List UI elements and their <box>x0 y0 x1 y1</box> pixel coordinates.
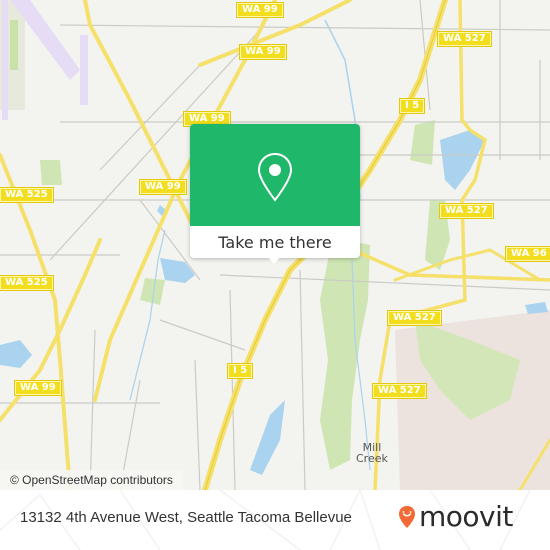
route-shield-wa525: WA 525 <box>0 275 54 291</box>
map-view[interactable]: WA 99 WA 99 WA 99 WA 99 WA 99 WA 525 WA … <box>0 0 550 490</box>
route-shield-i5: I 5 <box>226 363 254 379</box>
map-pin-icon <box>257 152 293 202</box>
moovit-logo[interactable]: moovit <box>398 502 513 532</box>
lake-south <box>250 400 285 475</box>
lake-east <box>525 302 548 314</box>
address-text: 13132 4th Avenue West, Seattle Tacoma Be… <box>20 509 352 526</box>
airport <box>0 0 88 120</box>
route-shield-wa99: WA 99 <box>236 2 284 18</box>
route-shield-wa99: WA 99 <box>14 380 62 396</box>
moovit-wordmark: moovit <box>419 500 513 533</box>
park-west <box>40 160 62 185</box>
take-me-there-button[interactable]: Take me there <box>190 226 360 258</box>
lake-central <box>160 258 195 283</box>
route-shield-wa99: WA 99 <box>239 44 287 60</box>
place-label-mill-creek: Mill Creek <box>356 442 388 464</box>
route-shield-wa527: WA 527 <box>437 31 492 47</box>
route-shield-wa96: WA 96 <box>505 246 550 262</box>
route-shield-wa527: WA 527 <box>387 310 442 326</box>
park-mill-creek <box>320 240 370 470</box>
moovit-smiley-pin-icon <box>399 506 415 528</box>
popup-header <box>190 124 360 226</box>
map-attribution[interactable]: © OpenStreetMap contributors <box>0 470 183 490</box>
park-lake-side <box>410 120 435 165</box>
footer-bar: 13132 4th Avenue West, Seattle Tacoma Be… <box>0 490 550 550</box>
popup-pointer <box>266 255 282 264</box>
lake-west <box>0 340 32 368</box>
route-shield-wa527: WA 527 <box>372 383 427 399</box>
route-shield-wa527: WA 527 <box>439 203 494 219</box>
place-label-line: Creek <box>356 452 388 465</box>
location-popup: Take me there <box>190 124 360 264</box>
route-shield-i5: I 5 <box>398 98 426 114</box>
route-shield-wa525: WA 525 <box>0 187 54 203</box>
route-shield-wa99: WA 99 <box>139 179 187 195</box>
